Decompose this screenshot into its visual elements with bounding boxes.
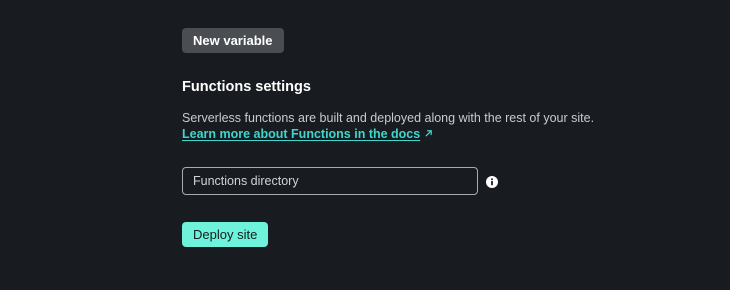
functions-description: Serverless functions are built and deplo… (182, 111, 595, 125)
external-arrow-icon (424, 126, 433, 142)
info-icon[interactable] (486, 175, 498, 188)
functions-docs-link[interactable]: Learn more about Functions in the docs (182, 126, 433, 142)
new-variable-button[interactable]: New variable (182, 28, 284, 53)
section-title: Functions settings (182, 79, 311, 95)
functions-directory-input[interactable] (182, 167, 478, 195)
page: New variable Functions settings Serverle… (0, 0, 730, 290)
docs-link-label: Learn more about Functions in the docs (182, 127, 421, 141)
deploy-site-button[interactable]: Deploy site (182, 222, 269, 247)
